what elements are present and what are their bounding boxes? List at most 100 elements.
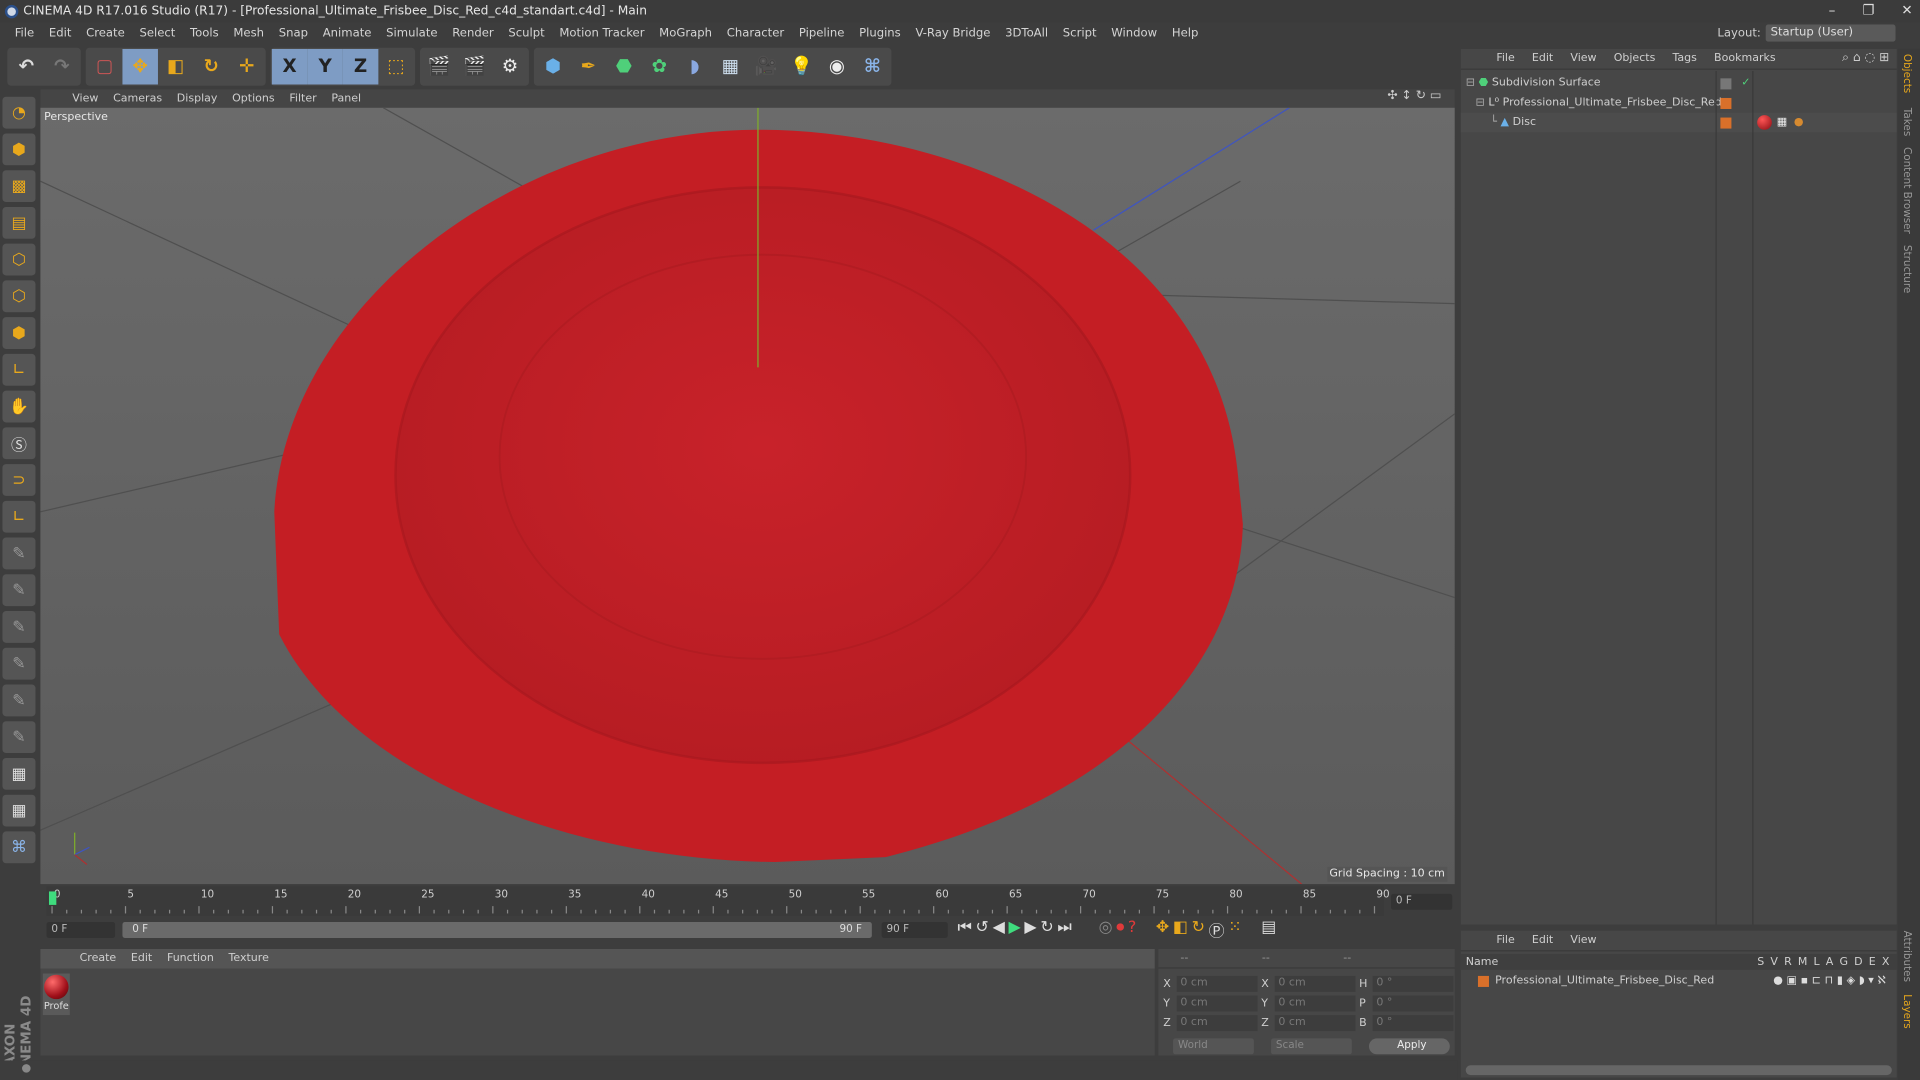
sculpt-smooth-icon[interactable]: ✎	[2, 611, 36, 643]
coordinate-system-button[interactable]: ⬚	[378, 48, 414, 84]
workplane-icon[interactable]: ▤	[2, 206, 36, 239]
x-axis-lock-button[interactable]: X	[271, 48, 308, 84]
home-icon[interactable]: ⌂	[1853, 51, 1861, 64]
menu-animate[interactable]: Animate	[315, 27, 378, 40]
search-icon[interactable]: ⌕	[1842, 51, 1849, 64]
coord-field[interactable]: 0 cm	[1176, 975, 1258, 992]
menu-create[interactable]: Create	[79, 27, 132, 40]
coord-field[interactable]: 0 cm	[1176, 995, 1258, 1012]
object-row-subdivision-surface[interactable]: ⊟ ⬣ Subdivision Surface ✓	[1461, 73, 1897, 93]
python-button[interactable]: ⌘	[855, 48, 891, 84]
layer-row[interactable]: Professional_Ultimate_Frisbee_Disc_Red ●…	[1461, 972, 1897, 989]
pen-spline-button[interactable]: ✒	[571, 48, 607, 84]
layer-flag-icons[interactable]: ●▣▪⊏⊓▮◈◗▾ℵ	[1773, 975, 1897, 987]
grid-lock-icon[interactable]: ▦	[2, 794, 36, 827]
viewport-menu-view[interactable]: View	[65, 92, 106, 104]
key-pla-icon[interactable]: ⁙	[1228, 918, 1241, 941]
light-button[interactable]: 💡	[784, 48, 820, 84]
apply-button[interactable]: Apply	[1368, 1038, 1450, 1055]
key-rotation-icon[interactable]: ↻	[1192, 918, 1205, 941]
layer-column-l[interactable]: L	[1814, 956, 1820, 968]
sketch-button[interactable]: ◉	[819, 48, 855, 84]
layer-color-swatch[interactable]	[1477, 975, 1489, 987]
end-frame-field[interactable]: 90 F	[881, 922, 948, 938]
python-icon[interactable]: ⌘	[2, 831, 36, 864]
coord-field[interactable]: 0 °	[1372, 995, 1454, 1012]
sculpt-pull-icon[interactable]: ✎	[2, 574, 36, 607]
timeline-ruler[interactable]: 0 5 10 15 20 25 30 35 40 45 50 55 60 65 70 75 80 85 90	[46, 886, 1390, 916]
material-swatch[interactable]: Profe	[42, 973, 70, 1016]
phong-tag-icon[interactable]: ●	[1794, 116, 1804, 128]
material-menu-create[interactable]: Create	[72, 953, 123, 965]
sculpt-flatten-icon[interactable]: ✎	[2, 647, 36, 680]
cube-primitive-button[interactable]: ⬢	[535, 48, 571, 84]
tab-takes[interactable]: Takes	[1900, 108, 1912, 137]
menu-help[interactable]: Help	[1164, 27, 1205, 40]
mograph-cloner-button[interactable]: ✿	[642, 48, 678, 84]
key-param-icon[interactable]: Ⓟ	[1209, 918, 1225, 941]
coord-field[interactable]: 0 cm	[1274, 1015, 1356, 1032]
layer-column-r[interactable]: R	[1784, 956, 1792, 968]
object-row-frisbee-null[interactable]: ⊟ L⁰ Professional_Ultimate_Frisbee_Disc_Re…	[1461, 93, 1897, 113]
menu-plugins[interactable]: Plugins	[852, 27, 908, 40]
tab-layers[interactable]: Layers	[1900, 994, 1912, 1028]
loop-icon[interactable]: ↻	[1040, 918, 1053, 941]
sculpt-brush-icon[interactable]: ✎	[2, 537, 36, 570]
tweak-mode-icon[interactable]: ✋	[2, 390, 36, 423]
menu-edit[interactable]: Edit	[42, 27, 79, 40]
menu-character[interactable]: Character	[719, 27, 791, 40]
deformer-button[interactable]: ◗	[677, 48, 713, 84]
material-menu-function[interactable]: Function	[160, 953, 222, 965]
timeline-layout-icon[interactable]: ▤	[1261, 918, 1276, 941]
layer-column-m[interactable]: M	[1798, 956, 1808, 968]
menu-motion-tracker[interactable]: Motion Tracker	[552, 27, 652, 40]
grid-checker-icon[interactable]: ▦	[2, 757, 36, 790]
material-menu-edit[interactable]: Edit	[124, 953, 160, 965]
coordinate-mode-dropdown[interactable]: World	[1173, 1038, 1254, 1055]
z-axis-lock-button[interactable]: Z	[342, 48, 379, 84]
viewport-menu-options[interactable]: Options	[225, 92, 282, 104]
model-mode-icon[interactable]: ⬢	[2, 133, 36, 166]
layer-menu-edit[interactable]: Edit	[1523, 934, 1561, 946]
sculpt-grab-icon[interactable]: ✎	[2, 721, 36, 754]
coord-field[interactable]: 0 °	[1372, 1015, 1454, 1032]
layer-column-d[interactable]: D	[1854, 956, 1862, 968]
horizontal-scrollbar[interactable]	[1465, 1065, 1892, 1076]
viewport-menu-filter[interactable]: Filter	[282, 92, 324, 104]
object-menu-view[interactable]: View	[1562, 53, 1605, 65]
menu-mograph[interactable]: MoGraph	[652, 27, 720, 40]
undo-button[interactable]: ↶	[9, 48, 45, 84]
menu-mesh[interactable]: Mesh	[226, 27, 271, 40]
y-axis-lock-button[interactable]: Y	[307, 48, 343, 84]
object-menu-objects[interactable]: Objects	[1605, 53, 1664, 65]
uvw-tag-icon[interactable]: ▦	[1777, 116, 1787, 128]
step-forward-icon[interactable]: ▶	[1024, 918, 1036, 941]
maximize-view-icon[interactable]: ▭	[1430, 89, 1442, 102]
layer-color-swatch[interactable]	[1720, 97, 1732, 109]
move-tool-button[interactable]: ✥	[122, 48, 158, 84]
live-selection-button[interactable]: ▢	[87, 48, 123, 84]
layer-column-v[interactable]: V	[1770, 956, 1778, 968]
layout-dropdown[interactable]: Startup (User)	[1765, 24, 1896, 42]
object-menu-edit[interactable]: Edit	[1523, 53, 1561, 65]
layer-column-g[interactable]: G	[1839, 956, 1848, 968]
menu-tools[interactable]: Tools	[183, 27, 226, 40]
menu-pipeline[interactable]: Pipeline	[791, 27, 851, 40]
tab-objects[interactable]: Objects	[1900, 54, 1912, 93]
menu-simulate[interactable]: Simulate	[379, 27, 445, 40]
edges-mode-icon[interactable]: ⬡	[2, 280, 36, 313]
layer-swatch[interactable]	[1720, 77, 1732, 89]
restore-button[interactable]: ❐	[1862, 2, 1874, 18]
layer-column-s[interactable]: S	[1757, 956, 1764, 968]
enabled-check-icon[interactable]: ✓	[1741, 77, 1750, 89]
pan-icon[interactable]: ✣	[1387, 89, 1397, 102]
transform-tool-button[interactable]: ✛	[229, 48, 265, 84]
layer-column-x[interactable]: X	[1882, 956, 1890, 968]
object-row-disc[interactable]: └ ▲ Disc ▦ ●	[1460, 112, 1897, 133]
coord-field[interactable]: 0 cm	[1176, 1015, 1258, 1032]
menu-window[interactable]: Window	[1104, 27, 1165, 40]
points-mode-icon[interactable]: ⬡	[2, 243, 36, 276]
menu-sculpt[interactable]: Sculpt	[501, 27, 552, 40]
scale-tool-button[interactable]: ◧	[158, 48, 194, 84]
eye-icon[interactable]: ◌	[1865, 51, 1876, 64]
